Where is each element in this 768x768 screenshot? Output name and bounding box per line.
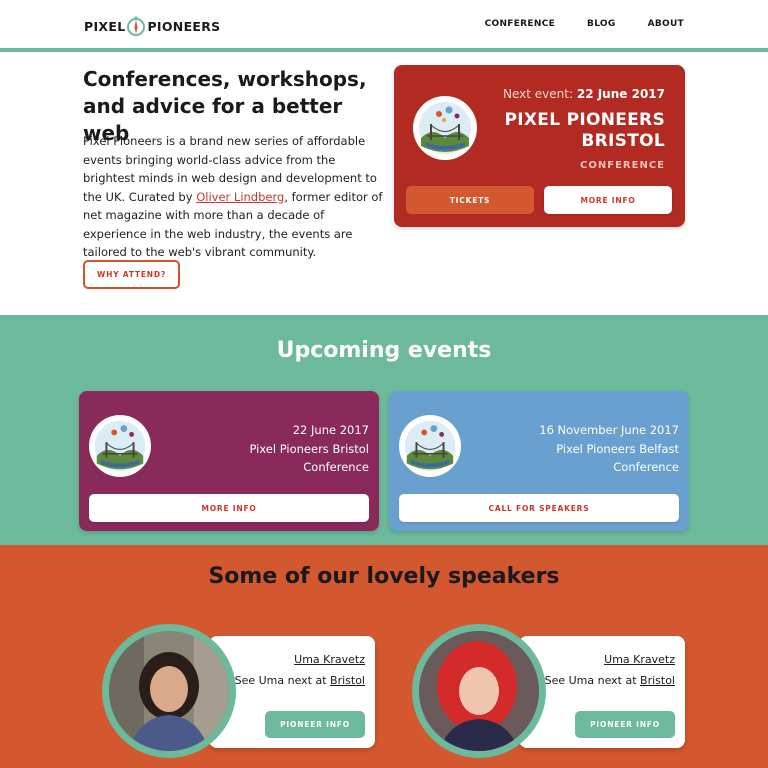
next-event-type: CONFERENCE (580, 160, 665, 171)
upcoming-events-title: Upcoming events (276, 338, 492, 363)
speaker-portrait-icon (419, 631, 539, 751)
speaker-event-link[interactable]: Bristol (640, 674, 675, 687)
compass-icon (127, 16, 146, 36)
event-name: Pixel Pioneers Belfast (556, 441, 679, 456)
pioneer-info-button[interactable]: PIONEER INFO (265, 711, 365, 738)
speaker-name-link[interactable]: Uma Kravetz (604, 653, 675, 666)
bristol-bridge-badge-icon (399, 415, 461, 477)
why-attend-button[interactable]: WHY ATTEND? (83, 260, 180, 289)
next-event-card: Next event: 22 June 2017 PIXEL PIONEERS … (394, 65, 685, 227)
hero-description: Pixel Pioneers is a brand new series of … (83, 132, 383, 262)
event-info: 16 November June 2017 Pixel Pioneers Bel… (539, 421, 679, 477)
event-date: 16 November June 2017 (539, 423, 679, 437)
speaker-next-event: See Uma next at Bristol (545, 674, 675, 687)
speaker-photo[interactable] (102, 624, 236, 758)
tickets-button[interactable]: TICKETS (406, 186, 534, 214)
event-card-bristol: 22 June 2017 Pixel Pioneers Bristol Conf… (79, 391, 379, 531)
next-event-prefix: Next event: (503, 87, 577, 101)
call-for-speakers-button[interactable]: CALL FOR SPEAKERS (399, 494, 679, 522)
logo-text-left: PIXEL (84, 18, 126, 34)
event-info: 22 June 2017 Pixel Pioneers Bristol Conf… (249, 421, 369, 477)
site-header: PIXEL PIONEERS CONFERENCE BLOG ABOUT (0, 0, 768, 52)
curator-link[interactable]: Oliver Lindberg (196, 190, 284, 204)
bristol-bridge-badge-icon (89, 415, 151, 477)
speaker-portrait-icon (109, 631, 229, 751)
event-type: Conference (613, 460, 679, 474)
speaker-event-link[interactable]: Bristol (330, 674, 365, 687)
speaker-name-link[interactable]: Uma Kravetz (294, 653, 365, 666)
speaker-next-prefix: See Uma next at (544, 674, 641, 687)
speaker-photo[interactable] (412, 624, 546, 758)
nav-about[interactable]: ABOUT (648, 19, 684, 29)
event-date: 22 June 2017 (292, 423, 369, 437)
next-event-label: Next event: 22 June 2017 (503, 87, 665, 101)
main-nav: CONFERENCE BLOG ABOUT (453, 19, 684, 29)
speaker-next-prefix: See Uma next at (234, 674, 331, 687)
next-event-date: 22 June 2017 (576, 87, 665, 101)
event-name: Pixel Pioneers Bristol (249, 441, 369, 456)
event-more-info-button[interactable]: MORE INFO (89, 494, 369, 522)
more-info-button[interactable]: MORE INFO (544, 186, 672, 214)
speakers-title: Some of our lovely speakers (208, 564, 560, 589)
pioneer-info-button[interactable]: PIONEER INFO (575, 711, 675, 738)
nav-blog[interactable]: BLOG (587, 19, 616, 29)
event-card-belfast: 16 November June 2017 Pixel Pioneers Bel… (389, 391, 689, 531)
logo-text-right: PIONEERS (147, 18, 221, 34)
speaker-next-event: See Uma next at Bristol (235, 674, 365, 687)
site-logo[interactable]: PIXEL PIONEERS (84, 15, 220, 37)
event-type: Conference (303, 460, 369, 474)
nav-conference[interactable]: CONFERENCE (485, 19, 555, 29)
next-event-title: PIXEL PIONEERS BRISTOL (504, 110, 665, 151)
